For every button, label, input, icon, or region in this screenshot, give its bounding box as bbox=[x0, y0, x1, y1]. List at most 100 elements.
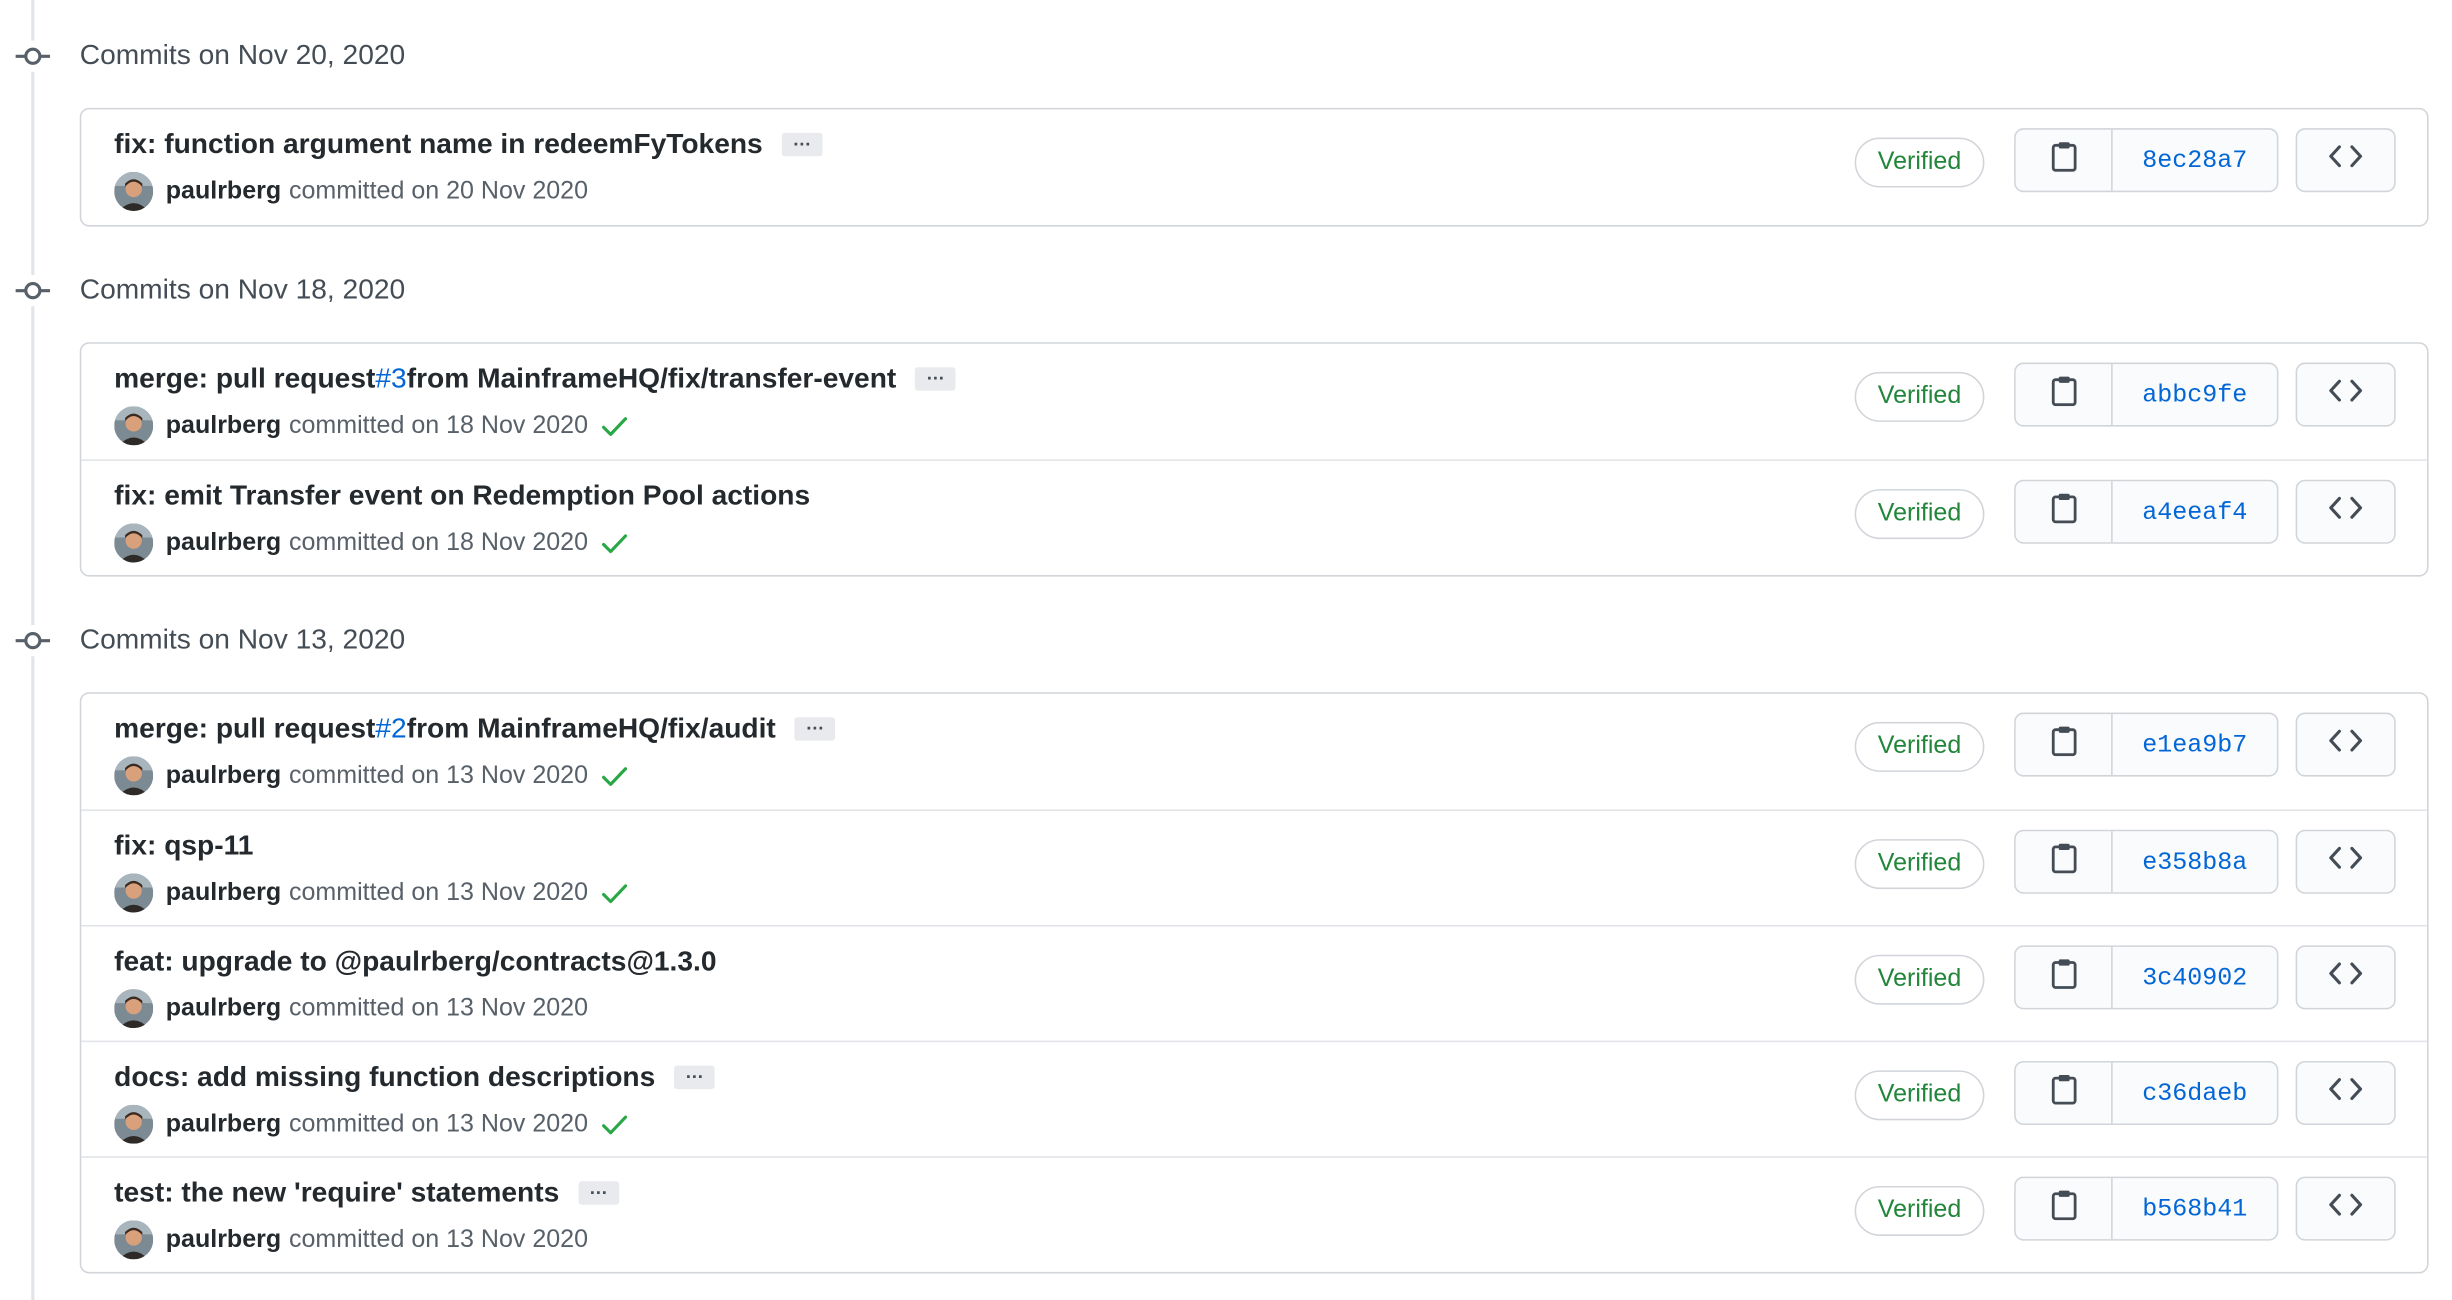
copy-sha-button[interactable] bbox=[2016, 1062, 2113, 1124]
commit-message[interactable]: test: the new 'require' statements … bbox=[114, 1177, 619, 1210]
author-link[interactable]: paulrberg bbox=[166, 1110, 281, 1138]
commit-row: fix: qsp-11 paulrberg committed on 13 Nov … bbox=[81, 809, 2427, 925]
verified-badge[interactable]: Verified bbox=[1854, 371, 1985, 422]
copy-sha-button[interactable] bbox=[2016, 831, 2113, 893]
check-icon[interactable] bbox=[601, 880, 629, 905]
commit-message-text[interactable]: docs: add missing function descriptions bbox=[114, 1061, 655, 1094]
check-icon[interactable] bbox=[601, 530, 629, 555]
commit-sha-link[interactable]: 3c40902 bbox=[2113, 947, 2277, 1008]
commit-day-group: Commits on Nov 20, 2020 fix: function arg… bbox=[0, 28, 2452, 227]
avatar[interactable] bbox=[114, 1104, 154, 1144]
commit-message-text[interactable]: test: the new 'require' statements bbox=[114, 1177, 559, 1210]
commit-meta: paulrberg committed on 13 Nov 2020 bbox=[114, 873, 629, 913]
author-link[interactable]: paulrberg bbox=[166, 995, 281, 1023]
author-link[interactable]: paulrberg bbox=[166, 529, 281, 557]
copy-sha-button[interactable] bbox=[2016, 1178, 2113, 1240]
commit-day-group: Commits on Nov 13, 2020 merge: pull reque… bbox=[0, 613, 2452, 1274]
commit-sha-link[interactable]: e1ea9b7 bbox=[2113, 714, 2277, 775]
commit-meta: paulrberg committed on 13 Nov 2020 bbox=[114, 1104, 629, 1144]
browse-repository-button[interactable] bbox=[2295, 362, 2396, 427]
commit-date: committed on 18 Nov 2020 bbox=[288, 411, 589, 439]
avatar[interactable] bbox=[114, 1220, 154, 1260]
commit-message[interactable]: fix: qsp-11 bbox=[114, 830, 253, 863]
commit-message-text[interactable]: merge: pull request bbox=[114, 713, 375, 746]
commit-message[interactable]: fix: function argument name in redeemFyT… bbox=[114, 128, 823, 161]
clipboard-icon bbox=[2049, 141, 2077, 180]
commit-message-text[interactable]: merge: pull request bbox=[114, 363, 375, 396]
commit-row: test: the new 'require' statements … paulr… bbox=[81, 1156, 2427, 1272]
clipboard-icon bbox=[2049, 492, 2077, 531]
commit-message[interactable]: docs: add missing function descriptions … bbox=[114, 1061, 715, 1094]
browse-repository-button[interactable] bbox=[2295, 945, 2396, 1010]
commit-sha-link[interactable]: c36daeb bbox=[2113, 1063, 2277, 1124]
commit-message[interactable]: fix: emit Transfer event on Redemption P… bbox=[114, 480, 810, 513]
copy-sha-button[interactable] bbox=[2016, 714, 2113, 775]
commit-message[interactable]: feat: upgrade to @paulrberg/contracts@1.… bbox=[114, 945, 716, 978]
commit-message-text-rest[interactable]: from MainframeHQ/fix/audit bbox=[407, 713, 776, 746]
avatar[interactable] bbox=[114, 523, 154, 563]
expand-message-button[interactable]: … bbox=[915, 364, 956, 391]
avatar[interactable] bbox=[114, 171, 154, 211]
verified-badge[interactable]: Verified bbox=[1854, 954, 1985, 1005]
check-icon[interactable] bbox=[601, 413, 629, 438]
commit-sha-link[interactable]: b568b41 bbox=[2113, 1178, 2277, 1239]
commit-date: committed on 13 Nov 2020 bbox=[288, 761, 589, 789]
commit-message[interactable]: merge: pull request #3 from MainframeHQ/… bbox=[114, 363, 956, 396]
author-link[interactable]: paulrberg bbox=[166, 177, 281, 205]
browse-repository-button[interactable] bbox=[2295, 829, 2396, 894]
commit-sha-link[interactable]: abbc9fe bbox=[2113, 364, 2277, 425]
avatar[interactable] bbox=[114, 756, 154, 796]
verified-badge[interactable]: Verified bbox=[1854, 839, 1985, 890]
author-link[interactable]: paulrberg bbox=[166, 879, 281, 907]
verified-badge[interactable]: Verified bbox=[1854, 1070, 1985, 1121]
commit-sha-link[interactable]: 8ec28a7 bbox=[2113, 130, 2277, 191]
author-link[interactable]: paulrberg bbox=[166, 1226, 281, 1254]
expand-message-button[interactable]: … bbox=[674, 1063, 715, 1090]
sha-button-group: 3c40902 bbox=[2014, 945, 2279, 1010]
commit-row: merge: pull request #3 from MainframeHQ/… bbox=[81, 344, 2427, 460]
verified-badge[interactable]: Verified bbox=[1854, 489, 1985, 540]
avatar[interactable] bbox=[114, 406, 154, 446]
verified-badge[interactable]: Verified bbox=[1854, 721, 1985, 772]
expand-message-button[interactable]: … bbox=[578, 1178, 619, 1205]
commit-message-text[interactable]: fix: emit Transfer event on Redemption P… bbox=[114, 480, 810, 513]
commit-sha-link[interactable]: a4eeaf4 bbox=[2113, 481, 2277, 542]
pull-request-link[interactable]: #2 bbox=[375, 713, 406, 746]
copy-sha-button[interactable] bbox=[2016, 129, 2113, 191]
browse-repository-button[interactable] bbox=[2295, 712, 2396, 777]
avatar[interactable] bbox=[114, 873, 154, 913]
code-icon bbox=[2328, 495, 2363, 528]
commit-date: committed on 13 Nov 2020 bbox=[288, 1225, 589, 1253]
clipboard-icon bbox=[2049, 842, 2077, 881]
author-link[interactable]: paulrberg bbox=[166, 762, 281, 790]
check-icon[interactable] bbox=[601, 1112, 629, 1137]
copy-sha-button[interactable] bbox=[2016, 481, 2113, 543]
clipboard-icon bbox=[2049, 1189, 2077, 1228]
commit-list: merge: pull request #3 from MainframeHQ/… bbox=[79, 342, 2429, 577]
commit-message-text[interactable]: fix: function argument name in redeemFyT… bbox=[114, 128, 763, 161]
commit-message-text-rest[interactable]: from MainframeHQ/fix/transfer-event bbox=[407, 363, 897, 396]
verified-badge[interactable]: Verified bbox=[1854, 1185, 1985, 1236]
commit-message-text[interactable]: feat: upgrade to @paulrberg/contracts@1.… bbox=[114, 945, 716, 978]
browse-repository-button[interactable] bbox=[2295, 479, 2396, 544]
sha-button-group: abbc9fe bbox=[2014, 362, 2279, 427]
commit-message[interactable]: merge: pull request #2 from MainframeHQ/… bbox=[114, 713, 836, 746]
browse-repository-button[interactable] bbox=[2295, 1176, 2396, 1241]
check-icon[interactable] bbox=[601, 763, 629, 788]
expand-message-button[interactable]: … bbox=[781, 130, 823, 157]
verified-badge[interactable]: Verified bbox=[1854, 137, 1985, 188]
author-link[interactable]: paulrberg bbox=[166, 412, 281, 440]
browse-repository-button[interactable] bbox=[2295, 1060, 2396, 1125]
copy-sha-button[interactable] bbox=[2016, 946, 2113, 1008]
avatar[interactable] bbox=[114, 989, 154, 1029]
pull-request-link[interactable]: #3 bbox=[375, 363, 406, 396]
commit-sha-link[interactable]: e358b8a bbox=[2113, 831, 2277, 892]
code-icon bbox=[2328, 144, 2363, 177]
browse-repository-button[interactable] bbox=[2295, 128, 2396, 193]
expand-message-button[interactable]: … bbox=[794, 714, 836, 741]
day-header: Commits on Nov 18, 2020 bbox=[0, 263, 2452, 319]
commit-message-text[interactable]: fix: qsp-11 bbox=[114, 830, 253, 863]
copy-sha-button[interactable] bbox=[2016, 364, 2113, 425]
code-icon bbox=[2328, 845, 2363, 878]
clipboard-icon bbox=[2049, 958, 2077, 997]
